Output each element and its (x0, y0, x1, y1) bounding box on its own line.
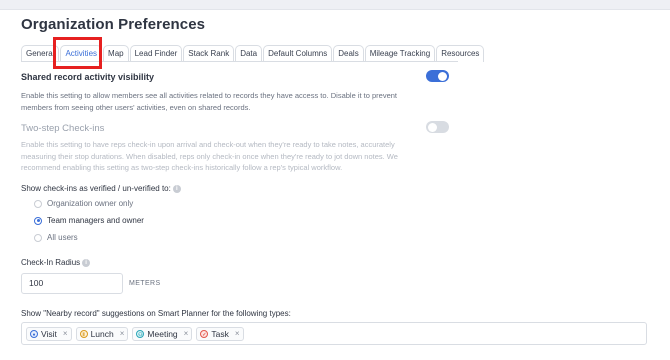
chip-label: Meeting (147, 328, 178, 339)
radio-button[interactable] (34, 216, 42, 225)
close-icon[interactable]: × (235, 329, 240, 338)
nearby-types-field[interactable]: ● Visit × Ⅱ Lunch × ⚇ Meeting × ✓ Task × (21, 322, 647, 345)
toggle-knob (438, 71, 447, 81)
visit-icon: ● (30, 329, 38, 338)
two-step-toggle[interactable] (426, 121, 449, 133)
chip-label: Visit (41, 328, 57, 339)
radio-label: Organization owner only (47, 199, 134, 208)
task-icon: ✓ (200, 329, 209, 338)
radio-button[interactable] (34, 233, 42, 242)
chip-task: ✓ Task × (196, 326, 244, 341)
tab-underline (21, 61, 458, 62)
tab-mileage-tracking[interactable]: Mileage Tracking (364, 45, 436, 62)
nearby-label: Show "Nearby record" suggestions on Smar… (21, 309, 291, 318)
radius-input[interactable]: 100 (21, 273, 123, 294)
radio-button[interactable] (34, 199, 42, 208)
radius-unit: METERS (129, 280, 161, 287)
radio-owner-only[interactable]: Organization owner only (34, 199, 133, 208)
radio-label: All users (47, 233, 78, 242)
radius-label: Check-In Radius i (21, 258, 91, 267)
tab-lead-finder[interactable]: Lead Finder (129, 45, 183, 62)
tab-activities[interactable]: Activities (60, 45, 103, 62)
two-step-description: Enable this setting to have reps check-i… (21, 140, 398, 172)
close-icon[interactable]: × (63, 329, 68, 338)
two-step-title: Two-step Check-ins (21, 123, 105, 134)
tab-default-columns[interactable]: Default Columns (263, 45, 333, 62)
chip-visit: ● Visit × (26, 326, 72, 341)
shared-visibility-toggle[interactable] (426, 70, 449, 82)
radio-all-users[interactable]: All users (34, 233, 78, 242)
toggle-knob (428, 122, 437, 132)
meeting-icon: ⚇ (136, 329, 145, 338)
tab-resources[interactable]: Resources (436, 45, 485, 62)
close-icon[interactable]: × (184, 329, 189, 338)
radio-managers-and-owner[interactable]: Team managers and owner (34, 216, 144, 225)
tab-map[interactable]: Map (103, 45, 129, 62)
top-bar (0, 0, 670, 10)
verified-label-text: Show check-ins as verified / un-verified… (21, 184, 171, 193)
chip-label: Task (211, 328, 229, 339)
radius-label-text: Check-In Radius (21, 258, 81, 267)
info-icon[interactable]: i (82, 258, 91, 267)
tab-bar: General Activities Map Lead Finder Stack… (21, 45, 485, 62)
tab-data[interactable]: Data (235, 45, 263, 62)
shared-visibility-description: Enable this setting to allow members see… (21, 91, 398, 112)
tab-deals[interactable]: Deals (333, 45, 364, 62)
verified-label: Show check-ins as verified / un-verified… (21, 184, 181, 193)
chip-lunch: Ⅱ Lunch × (75, 326, 129, 341)
chip-meeting: ⚇ Meeting × (132, 326, 193, 341)
tab-general[interactable]: General (21, 45, 60, 62)
info-icon[interactable]: i (172, 184, 181, 193)
close-icon[interactable]: × (120, 329, 125, 338)
radio-label: Team managers and owner (47, 216, 144, 225)
chip-label: Lunch (90, 328, 114, 339)
lunch-icon: Ⅱ (79, 329, 88, 338)
page-title: Organization Preferences (21, 16, 206, 33)
shared-visibility-title: Shared record activity visibility (21, 72, 155, 82)
tab-stack-rank[interactable]: Stack Rank (183, 45, 235, 62)
